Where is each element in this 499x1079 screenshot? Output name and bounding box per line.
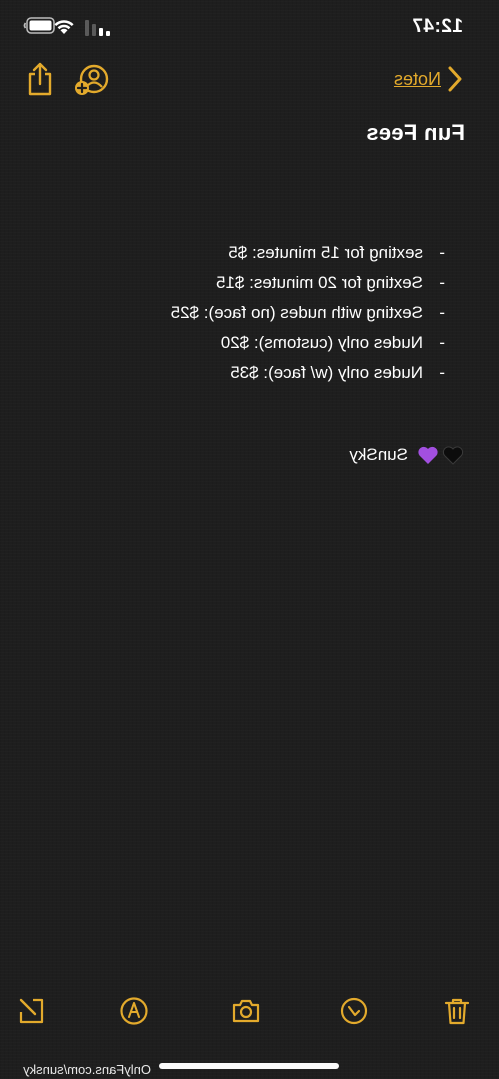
battery-icon xyxy=(23,17,55,34)
black-heart-icon xyxy=(442,446,464,465)
list-item: Nudes only (customs): $20 xyxy=(171,328,445,358)
back-label: Notes xyxy=(393,68,441,89)
watermark-text: OnlyFans.com/sunsky xyxy=(23,1062,151,1077)
note-title: Fun Fees xyxy=(366,120,465,145)
note-list[interactable]: sexting for 15 minutes: $5 Sexting for 2… xyxy=(171,238,445,388)
delete-icon[interactable] xyxy=(442,996,472,1026)
wifi-icon xyxy=(54,20,74,34)
signature-text: SunSky xyxy=(349,445,408,464)
list-item: Sexting with nudes (no face): $25 xyxy=(171,298,445,328)
signature-line: SunSky xyxy=(349,445,464,465)
back-button[interactable]: Notes xyxy=(394,66,463,92)
status-time: 12:47 xyxy=(411,16,463,37)
signal-icon xyxy=(85,20,110,36)
markup-icon[interactable] xyxy=(119,996,149,1026)
notes-screen: 12:47 Notes Fun Fees - sexting for 15 mi… xyxy=(0,0,499,1079)
home-indicator[interactable] xyxy=(159,1063,339,1069)
purple-heart-icon xyxy=(418,446,438,464)
list-item: sexting for 15 minutes: $5 xyxy=(171,238,445,268)
share-icon[interactable] xyxy=(27,62,53,96)
list-item: Nudes only (w/ face): $35 xyxy=(171,358,445,388)
list-item: Sexting for 20 minutes: $15 xyxy=(171,268,445,298)
person-add-icon[interactable] xyxy=(73,64,109,96)
chevron-left-icon xyxy=(448,66,462,92)
compose-icon[interactable] xyxy=(17,996,47,1026)
mirrored-view: 12:47 Notes Fun Fees - sexting for 15 mi… xyxy=(0,0,499,1079)
camera-icon[interactable] xyxy=(231,996,261,1026)
checklist-icon[interactable] xyxy=(339,996,369,1026)
